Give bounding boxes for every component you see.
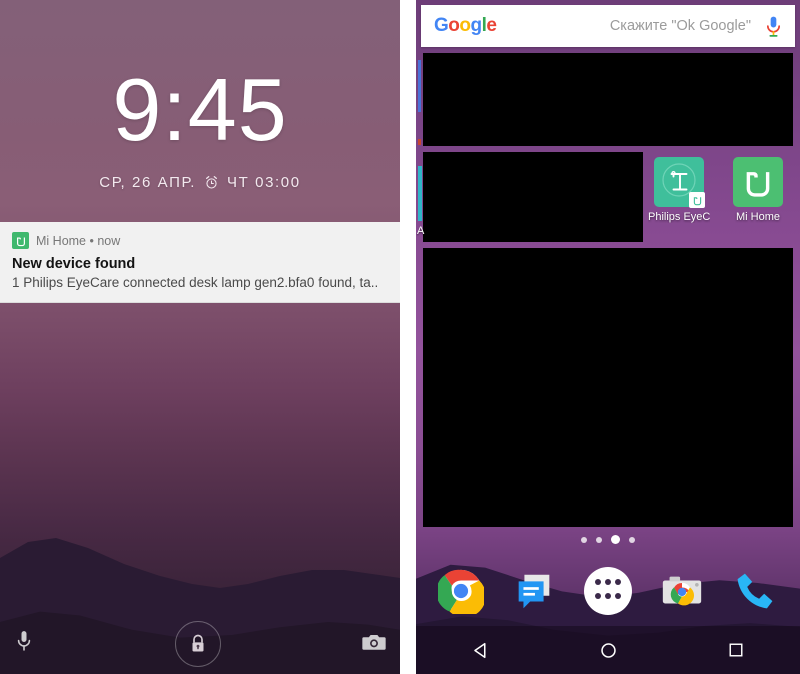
mi-home-icon	[689, 192, 705, 208]
alarm-clock-icon	[204, 175, 219, 190]
microphone-icon[interactable]	[14, 629, 34, 660]
lockscreen-shortcuts	[0, 614, 400, 674]
alarm-time: ЧТ 03:00	[227, 174, 301, 191]
lock-icon[interactable]	[175, 621, 221, 667]
lockscreen-clock-block: 9:45 СР, 26 АПР. ЧТ 03:00	[0, 60, 400, 192]
screenshot-root: 9:45 СР, 26 АПР. ЧТ 03:00 Mi Home • now …	[0, 0, 800, 674]
app-label: Philips EyeC..	[648, 211, 710, 223]
app-icon-philips-eyecare[interactable]: Philips EyeC..	[648, 157, 710, 223]
hidden-app-edge-cyan	[418, 166, 422, 221]
google-search-bar[interactable]: Google Скажите "Ok Google"	[421, 5, 795, 47]
clock-date-alarm-row: СР, 26 АПР. ЧТ 03:00	[0, 174, 400, 191]
notification-app-name: Mi Home • now	[36, 233, 121, 248]
partial-app-label: A	[417, 225, 425, 237]
redaction-box-middle	[423, 152, 643, 242]
mi-home-icon	[733, 157, 783, 207]
notification-card[interactable]: Mi Home • now New device found 1 Philips…	[0, 222, 400, 303]
home-screen-panel: Google Скажите "Ok Google" A	[416, 0, 800, 674]
notification-header: Mi Home • now	[12, 232, 388, 249]
google-logo: Google	[434, 15, 497, 36]
redaction-box-bottom	[423, 248, 793, 527]
microphone-icon[interactable]	[765, 15, 782, 38]
camera-icon[interactable]	[362, 632, 386, 657]
notification-title: New device found	[12, 256, 136, 272]
clock-date: СР, 26 АПР.	[99, 174, 197, 191]
hidden-app-edge-red	[418, 139, 421, 145]
app-label: Mi Home	[735, 211, 780, 223]
mi-home-icon	[12, 232, 29, 249]
hidden-app-edge-blue	[418, 60, 421, 112]
redaction-box-top	[423, 53, 793, 146]
desk-lamp-icon	[654, 157, 705, 208]
notification-body: 1 Philips EyeCare connected desk lamp ge…	[12, 275, 379, 290]
app-icon-mi-home[interactable]: Mi Home	[727, 157, 789, 223]
lock-screen-panel: 9:45 СР, 26 АПР. ЧТ 03:00 Mi Home • now …	[0, 0, 400, 674]
search-hint-text: Скажите "Ok Google"	[609, 18, 751, 34]
clock-time: 9:45	[112, 60, 288, 159]
